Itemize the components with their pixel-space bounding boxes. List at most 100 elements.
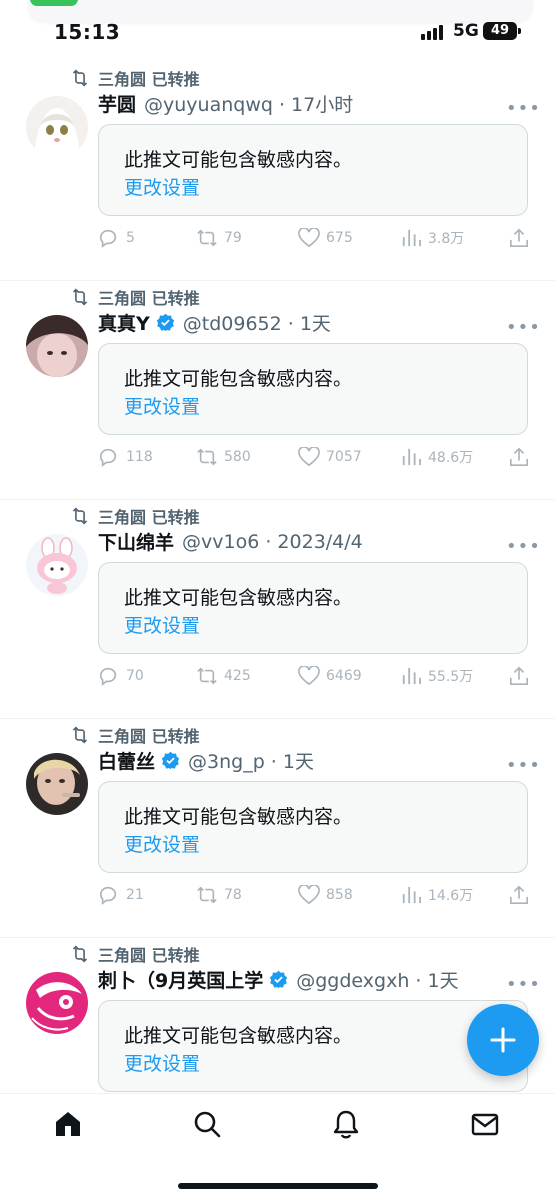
retweet-count: 425 bbox=[224, 668, 251, 684]
avatar[interactable] bbox=[26, 315, 88, 377]
plus-icon bbox=[490, 1027, 516, 1053]
more-icon[interactable]: ••• bbox=[506, 755, 541, 776]
sensitive-content-card: 此推文可能包含敏感内容。 更改设置 bbox=[98, 781, 528, 873]
more-icon[interactable]: ••• bbox=[506, 98, 541, 119]
verified-badge-icon bbox=[156, 313, 174, 332]
heart-icon bbox=[298, 666, 320, 686]
retweet-icon bbox=[197, 448, 217, 466]
compose-button[interactable] bbox=[467, 1004, 539, 1076]
reply-count: 70 bbox=[126, 668, 144, 684]
signal-icon bbox=[421, 24, 447, 40]
more-icon[interactable]: ••• bbox=[506, 974, 541, 995]
tweet-header: 芋圆 @yuyuanqwq · 17小时 bbox=[98, 90, 353, 117]
handle-time[interactable]: @3ng_p · 1天 bbox=[188, 747, 314, 774]
sensitive-content-card: 此推文可能包含敏感内容。 更改设置 bbox=[98, 124, 528, 216]
more-icon[interactable]: ••• bbox=[506, 536, 541, 557]
avatar[interactable] bbox=[26, 534, 88, 596]
display-name[interactable]: 芋圆 bbox=[98, 90, 136, 117]
share-button[interactable] bbox=[508, 666, 536, 686]
app-icon-edge bbox=[30, 0, 78, 6]
change-settings-link[interactable]: 更改设置 bbox=[124, 173, 200, 200]
tweet-header: 下山绵羊 @vv1o6 · 2023/4/4 bbox=[98, 528, 363, 555]
heart-icon bbox=[298, 885, 320, 905]
view-count: 3.8万 bbox=[428, 231, 465, 247]
retweet-indicator: 三角圆 已转推 bbox=[70, 504, 200, 528]
tweet-actions: 70 425 6469 55.5万 bbox=[98, 666, 538, 690]
handle-time[interactable]: @ggdexgxh · 1天 bbox=[296, 966, 458, 993]
tweet[interactable]: 三角圆 已转推 下山绵羊 @vv1o6 · 2023/4/4 ••• 此推文可能… bbox=[0, 500, 555, 719]
retweet-button[interactable]: 580 bbox=[196, 447, 251, 467]
change-settings-link[interactable]: 更改设置 bbox=[124, 392, 200, 419]
reply-button[interactable]: 118 bbox=[98, 447, 153, 467]
share-icon bbox=[510, 885, 528, 904]
handle-time[interactable]: @td09652 · 1天 bbox=[183, 309, 331, 336]
display-name[interactable]: 下山绵羊 bbox=[98, 528, 174, 555]
avatar[interactable] bbox=[26, 96, 88, 158]
tweet[interactable]: 三角圆 已转推 真真Y @td09652 · 1天 ••• 此推文可能包含敏感内… bbox=[0, 281, 555, 500]
share-icon bbox=[510, 228, 528, 247]
views-icon bbox=[402, 229, 421, 247]
mail-icon bbox=[471, 1113, 499, 1136]
display-name[interactable]: 白蕾丝 bbox=[98, 747, 155, 774]
retweet-button[interactable]: 79 bbox=[196, 228, 242, 248]
change-settings-link[interactable]: 更改设置 bbox=[124, 1049, 200, 1076]
views-icon bbox=[402, 667, 421, 685]
change-settings-link[interactable]: 更改设置 bbox=[124, 830, 200, 857]
retweet-icon bbox=[72, 726, 88, 744]
tweet[interactable]: 三角圆 已转推 白蕾丝 @3ng_p · 1天 ••• 此推文可能包含敏感内容。… bbox=[0, 719, 555, 938]
avatar[interactable] bbox=[26, 972, 88, 1034]
display-name[interactable]: 真真Y bbox=[98, 309, 150, 336]
avatar[interactable] bbox=[26, 753, 88, 815]
tweet-actions: 21 78 858 14.6万 bbox=[98, 885, 538, 909]
view-count: 14.6万 bbox=[428, 888, 474, 904]
views-button[interactable]: 48.6万 bbox=[400, 447, 473, 467]
sensitive-notice: 此推文可能包含敏感内容。 bbox=[124, 806, 353, 828]
handle-time[interactable]: @yuyuanqwq · 17小时 bbox=[144, 90, 353, 117]
reply-icon bbox=[99, 886, 117, 905]
nav-notifications[interactable] bbox=[330, 1108, 362, 1140]
display-name[interactable]: 刺卜（9月英国上学 bbox=[98, 966, 263, 993]
reply-button[interactable]: 70 bbox=[98, 666, 144, 686]
share-button[interactable] bbox=[508, 885, 536, 905]
more-icon[interactable]: ••• bbox=[506, 317, 541, 338]
reply-icon bbox=[99, 667, 117, 686]
heart-icon bbox=[298, 447, 320, 467]
home-indicator[interactable] bbox=[178, 1183, 378, 1189]
retweet-icon bbox=[72, 945, 88, 963]
retweet-icon bbox=[197, 886, 217, 904]
handle-time[interactable]: @vv1o6 · 2023/4/4 bbox=[182, 531, 363, 553]
like-button[interactable]: 6469 bbox=[298, 666, 362, 686]
nav-home[interactable] bbox=[52, 1108, 84, 1140]
reply-button[interactable]: 21 bbox=[98, 885, 144, 905]
retweet-button[interactable]: 425 bbox=[196, 666, 251, 686]
verified-badge-icon bbox=[270, 970, 288, 989]
like-button[interactable]: 858 bbox=[298, 885, 353, 905]
views-button[interactable]: 3.8万 bbox=[400, 228, 464, 248]
like-count: 6469 bbox=[326, 668, 362, 684]
sensitive-notice: 此推文可能包含敏感内容。 bbox=[124, 1025, 353, 1047]
heart-icon bbox=[298, 228, 320, 248]
nav-search[interactable] bbox=[191, 1108, 223, 1140]
bell-icon bbox=[333, 1110, 359, 1139]
share-button[interactable] bbox=[508, 228, 536, 248]
retweet-button[interactable]: 78 bbox=[196, 885, 242, 905]
share-button[interactable] bbox=[508, 447, 536, 467]
retweeter-label: 三角圆 已转推 bbox=[98, 70, 200, 89]
tweet[interactable]: 三角圆 已转推 芋圆 @yuyuanqwq · 17小时 ••• 此推文可能包含… bbox=[0, 62, 555, 281]
retweet-indicator: 三角圆 已转推 bbox=[70, 66, 200, 90]
retweet-icon bbox=[72, 288, 88, 306]
reply-icon bbox=[99, 229, 117, 248]
reply-button[interactable]: 5 bbox=[98, 228, 135, 248]
nav-messages[interactable] bbox=[469, 1108, 501, 1140]
like-button[interactable]: 675 bbox=[298, 228, 353, 248]
battery-icon: 49 bbox=[483, 22, 521, 40]
change-settings-link[interactable]: 更改设置 bbox=[124, 611, 200, 638]
view-count: 48.6万 bbox=[428, 450, 474, 466]
like-button[interactable]: 7057 bbox=[298, 447, 362, 467]
status-bar: 15:13 5G 49 bbox=[0, 0, 555, 62]
network-type: 5G bbox=[453, 21, 479, 41]
sensitive-content-card: 此推文可能包含敏感内容。 更改设置 bbox=[98, 1000, 528, 1092]
share-icon bbox=[510, 447, 528, 466]
views-button[interactable]: 55.5万 bbox=[400, 666, 473, 686]
views-button[interactable]: 14.6万 bbox=[400, 885, 473, 905]
